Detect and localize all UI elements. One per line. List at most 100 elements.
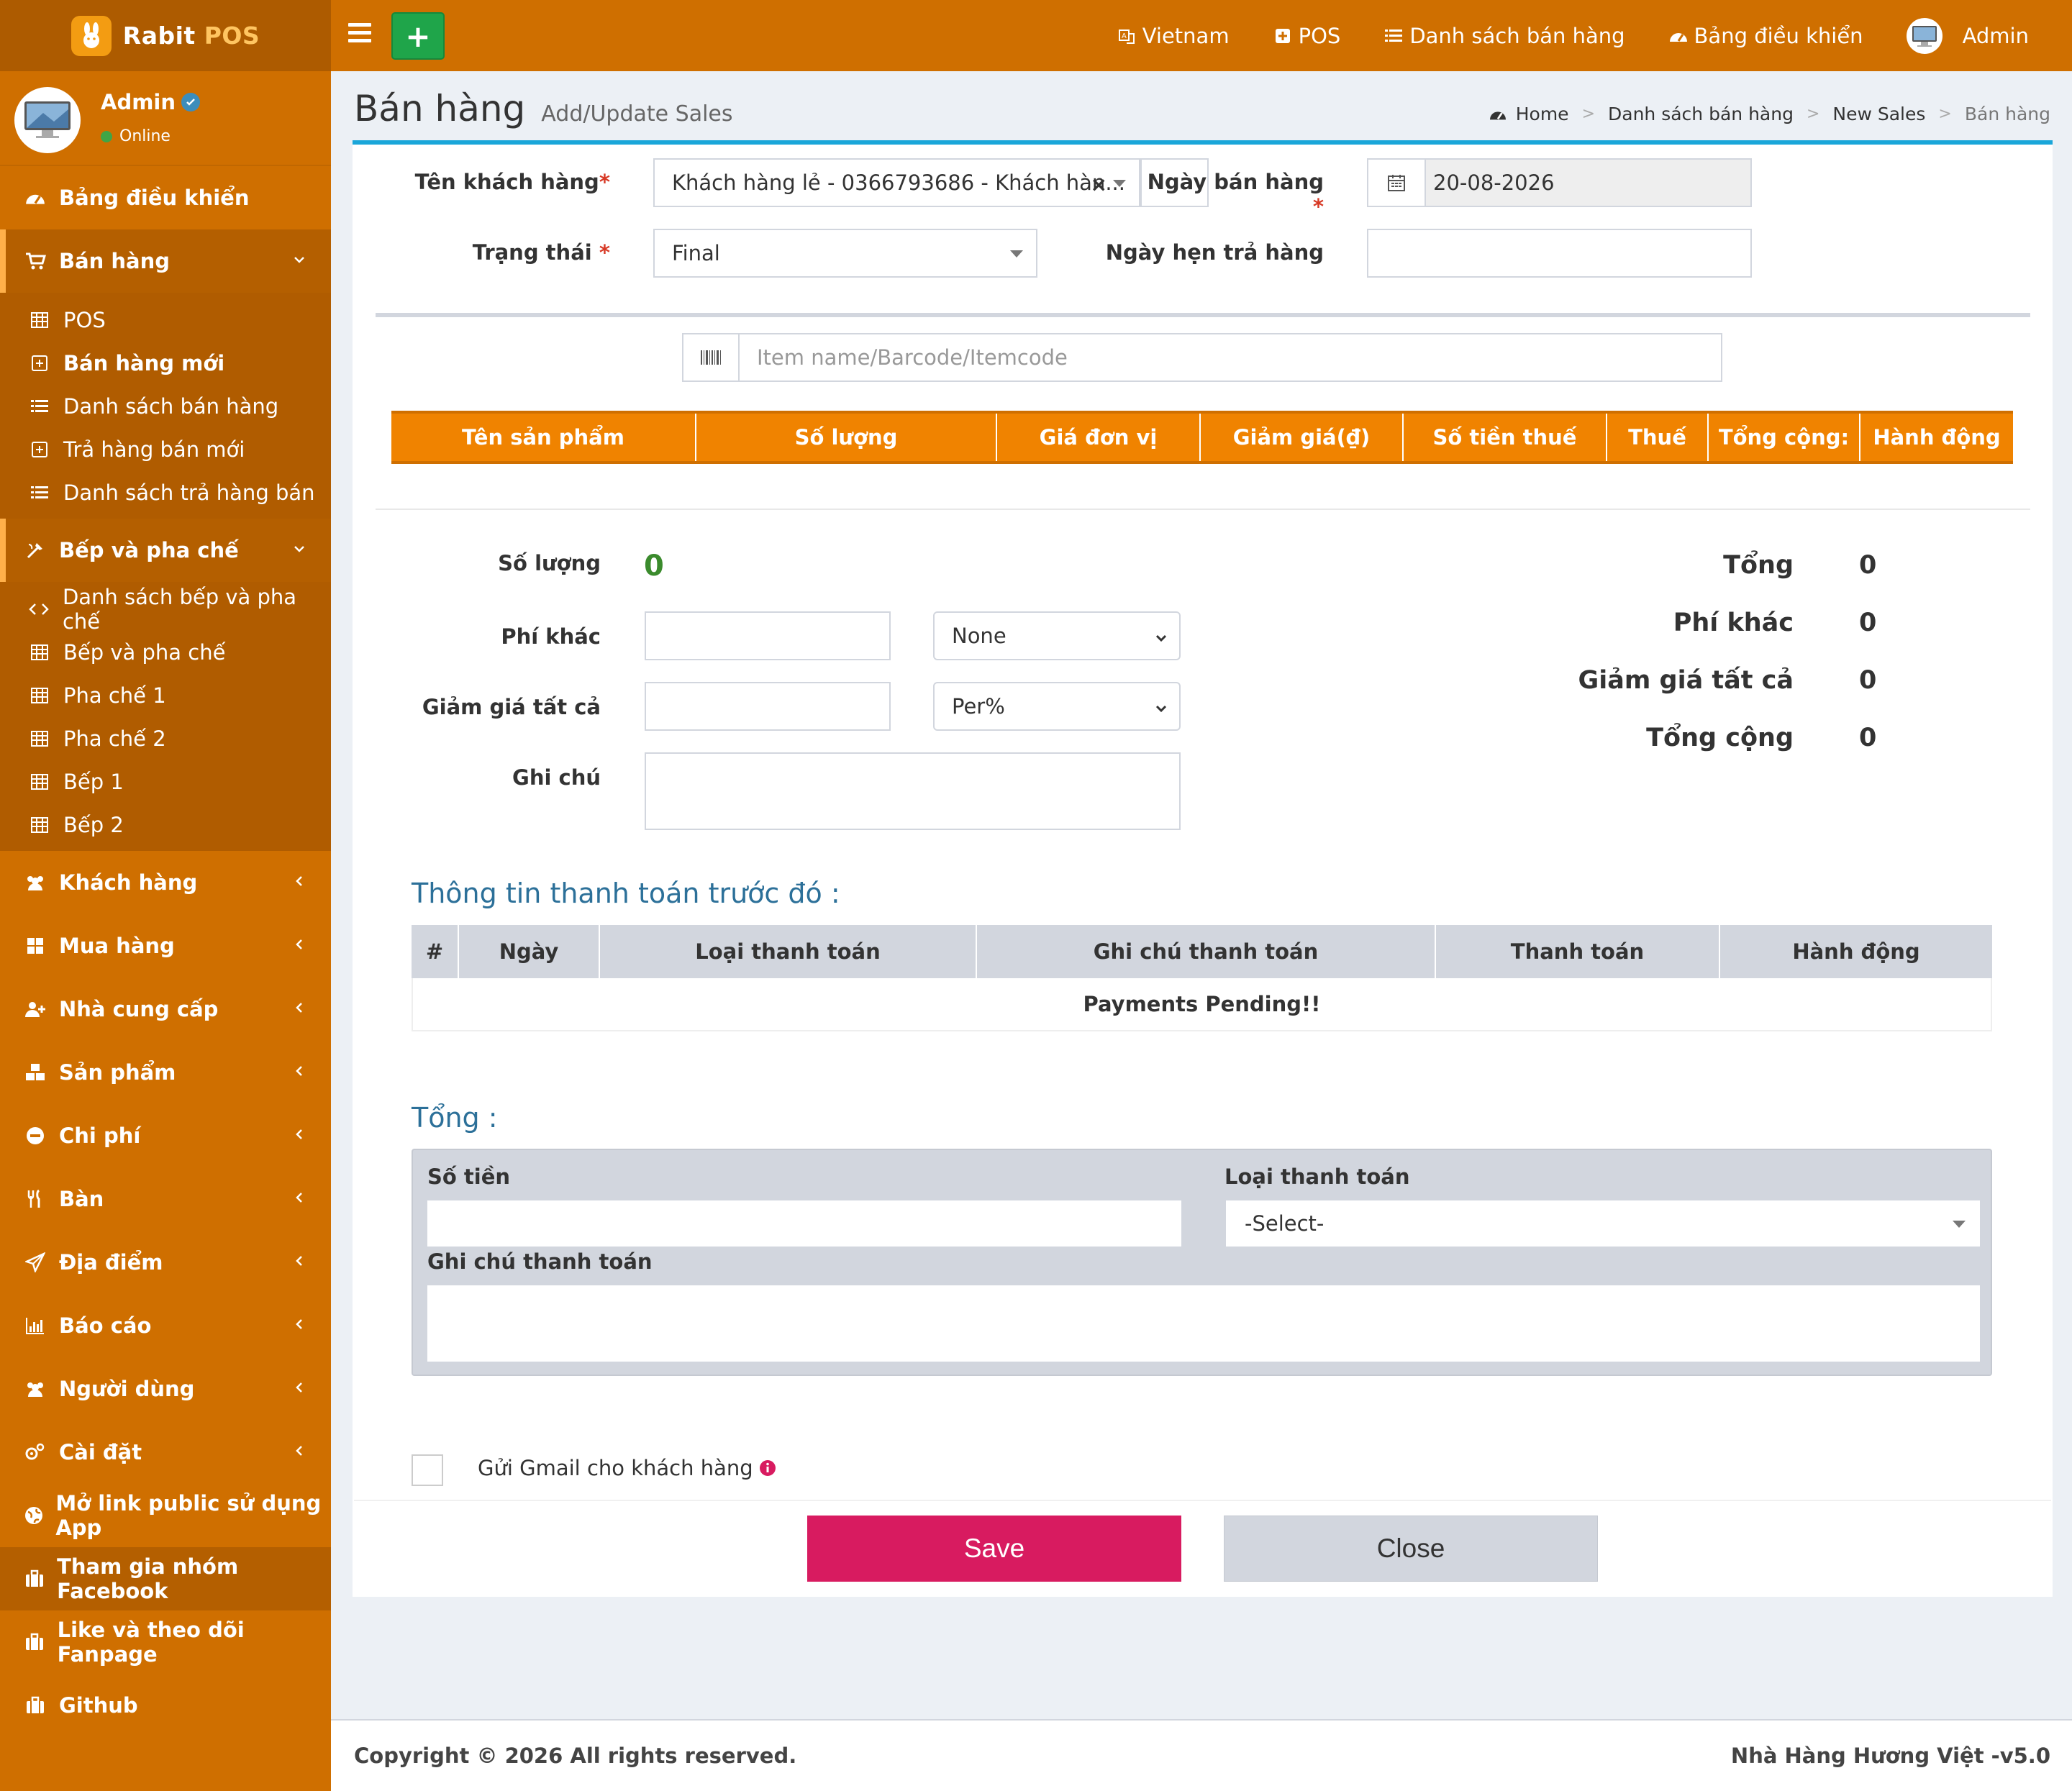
- column-index: #: [412, 925, 459, 978]
- sidebar-item-bar-1[interactable]: Pha chế 1: [0, 674, 331, 717]
- plus-square-icon: [29, 352, 50, 374]
- other-charges-type-select[interactable]: None: [933, 611, 1181, 660]
- sidebar-item-products[interactable]: Sản phẩm: [0, 1041, 331, 1104]
- column-tax: Thuế: [1607, 414, 1709, 461]
- sidebar-item-kitchen-1[interactable]: Bếp 1: [0, 760, 331, 803]
- amount-input[interactable]: [427, 1200, 1181, 1247]
- grid-icon: [23, 934, 47, 958]
- discount-all-input[interactable]: [645, 682, 891, 731]
- note-textarea[interactable]: [645, 752, 1181, 830]
- pos-label: POS: [1298, 23, 1341, 48]
- sidebar-item-expenses[interactable]: Chi phí: [0, 1104, 331, 1167]
- table-icon: [29, 771, 50, 793]
- chevron-left-icon: [291, 936, 308, 953]
- sidebar-item-github[interactable]: Github: [0, 1674, 331, 1737]
- sidebar-item-public-link[interactable]: Mở link public sử dụng App: [0, 1484, 331, 1547]
- copyright-text: Copyright © 2026 All rights reserved.: [354, 1744, 797, 1768]
- sidebar-item-settings[interactable]: Cài đặt: [0, 1421, 331, 1484]
- sidebar-toggle-button[interactable]: [348, 23, 371, 47]
- column-product-name: Tên sản phẩm: [391, 414, 696, 461]
- sidebar-item-returns-list[interactable]: Danh sách trả hàng bán: [0, 471, 331, 514]
- breadcrumb-home[interactable]: Home: [1516, 104, 1569, 124]
- column-payment-type: Loại thanh toán: [600, 925, 977, 978]
- discount-summary-label: Giảm giá tất cả: [1578, 666, 1794, 695]
- sidebar-item-sales[interactable]: Bán hàng: [0, 229, 331, 293]
- dropdown-caret-icon: [1953, 1221, 1966, 1228]
- sidebar-item-customers[interactable]: Khách hàng: [0, 851, 331, 914]
- send-email-checkbox[interactable]: [412, 1454, 443, 1486]
- clear-selection-icon[interactable]: ×: [1091, 173, 1107, 196]
- payment-note-textarea[interactable]: [427, 1285, 1980, 1362]
- sidebar-item-kitchen-2[interactable]: Bếp 2: [0, 803, 331, 847]
- chevron-left-icon: [291, 1062, 308, 1080]
- sidebar-item-new-sale[interactable]: Bán hàng mới: [0, 342, 331, 385]
- chevron-down-icon: [1153, 701, 1169, 716]
- section-divider: [376, 313, 2030, 317]
- other-charges-summary-label: Phí khác: [1673, 609, 1794, 637]
- breadcrumb-sales-list[interactable]: Danh sách bán hàng: [1608, 104, 1794, 124]
- cart-icon: [23, 249, 47, 273]
- paper-plane-icon: [23, 1250, 47, 1275]
- column-total: Tổng cộng:: [1709, 414, 1860, 461]
- sidebar-item-tables[interactable]: Bàn: [0, 1167, 331, 1231]
- other-charges-summary-value: 0: [1859, 609, 1877, 637]
- dropdown-caret-icon: [1113, 180, 1126, 187]
- sale-date-input[interactable]: 20-08-2026: [1424, 158, 1752, 207]
- other-charges-input[interactable]: [645, 611, 891, 660]
- sidebar-item-kitchen-list[interactable]: Danh sách bếp và pha chế: [0, 585, 331, 634]
- sidebar-item-pos[interactable]: POS: [0, 298, 331, 342]
- user-menu[interactable]: Admin: [1885, 0, 2050, 71]
- plus-square-icon: [1273, 26, 1293, 46]
- table-icon: [29, 642, 50, 663]
- sidebar-item-kitchen-bar[interactable]: Bếp và pha chế: [0, 631, 331, 674]
- breadcrumb-new-sales[interactable]: New Sales: [1832, 104, 1925, 124]
- chevron-left-icon: [291, 1379, 308, 1396]
- brand-name: Rabit POS: [122, 22, 260, 50]
- info-icon[interactable]: [759, 1459, 776, 1477]
- return-date-input[interactable]: [1367, 229, 1752, 278]
- sidebar: Admin Online Bảng điều khiển Bán hàng PO…: [0, 71, 331, 1791]
- payment-type-select[interactable]: -Select-: [1226, 1200, 1980, 1247]
- status-select[interactable]: Final: [653, 229, 1037, 278]
- sidebar-item-locations[interactable]: Địa điểm: [0, 1231, 331, 1294]
- discount-type-select[interactable]: Per%: [933, 682, 1181, 731]
- pos-link[interactable]: POS: [1251, 0, 1363, 71]
- column-tax-amount: Số tiền thuế: [1404, 414, 1607, 461]
- total-value: 0: [1859, 551, 1877, 580]
- payment-panel: Số tiền Loại thanh toán -Select- Ghi chú…: [412, 1149, 1992, 1376]
- chevron-down-icon: [291, 251, 308, 268]
- sales-list-link[interactable]: Danh sách bán hàng: [1362, 0, 1646, 71]
- sidebar-item-users[interactable]: Người dùng: [0, 1357, 331, 1421]
- column-discount: Giảm giá(₫): [1201, 414, 1404, 461]
- sidebar-item-dashboard[interactable]: Bảng điều khiển: [0, 166, 331, 229]
- item-search-input[interactable]: Item name/Barcode/Itemcode: [738, 333, 1722, 382]
- user-avatar-small: [1906, 17, 1942, 54]
- dashboard-link[interactable]: Bảng điều khiển: [1647, 0, 1885, 71]
- table-icon: [29, 685, 50, 706]
- sidebar-item-bar-2[interactable]: Pha chế 2: [0, 717, 331, 760]
- sidebar-item-kitchen[interactable]: Bếp và pha chế: [0, 519, 331, 582]
- customer-select[interactable]: Khách hàng lẻ - 0366793686 - Khách hàn..…: [653, 158, 1140, 207]
- sidebar-item-facebook-group[interactable]: Tham gia nhóm Facebook: [0, 1547, 331, 1610]
- close-button[interactable]: Close: [1224, 1516, 1598, 1582]
- online-status-icon: [101, 130, 112, 142]
- column-action: Hành động: [1873, 425, 2001, 450]
- brand-logo[interactable]: Rabit POS: [0, 0, 331, 71]
- table-icon: [29, 814, 50, 836]
- grand-total-value: 0: [1859, 724, 1877, 752]
- totals-title: Tổng :: [412, 1102, 498, 1134]
- kitchen-icon: [23, 538, 47, 562]
- sidebar-item-sales-list[interactable]: Danh sách bán hàng: [0, 385, 331, 428]
- quick-add-button[interactable]: +: [391, 12, 445, 60]
- sidebar-item-suppliers[interactable]: Nhà cung cấp: [0, 977, 331, 1041]
- sidebar-item-fanpage[interactable]: Like và theo dõi Fanpage: [0, 1610, 331, 1674]
- dropdown-caret-icon: [1010, 250, 1023, 258]
- sidebar-item-reports[interactable]: Báo cáo: [0, 1294, 331, 1357]
- sidebar-item-purchases[interactable]: Mua hàng: [0, 914, 331, 977]
- language-selector[interactable]: A Vietnam: [1095, 0, 1251, 71]
- section-divider: [376, 509, 2030, 510]
- save-button[interactable]: Save: [807, 1516, 1181, 1582]
- version-text: Nhà Hàng Hương Việt -v5.0: [1730, 1744, 2050, 1768]
- column-quantity: Số lượng: [696, 414, 997, 461]
- sidebar-item-new-return[interactable]: Trả hàng bán mới: [0, 428, 331, 471]
